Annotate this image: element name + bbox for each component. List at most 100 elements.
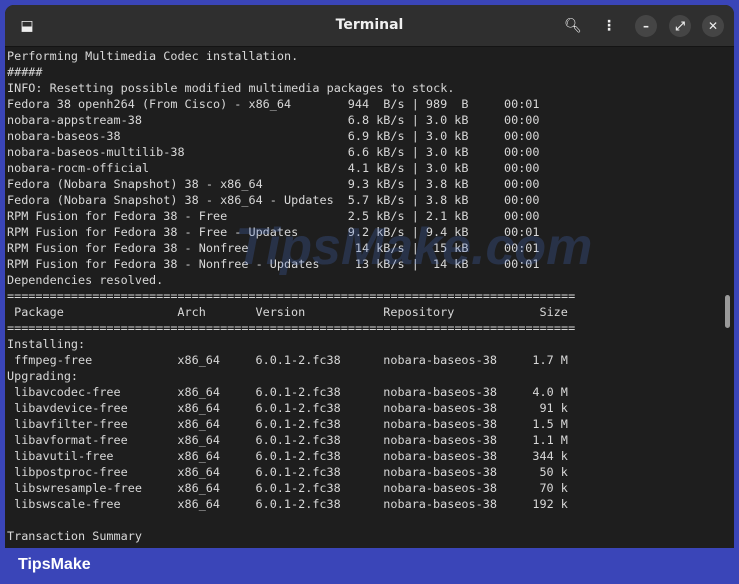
- column-divider: |: [411, 177, 419, 191]
- package-row: libavcodec-free x86_64 6.0.1-2.fc38 nobara-…: [7, 384, 727, 400]
- download-size: 3.0 kB: [425, 129, 469, 143]
- separator-text: ========================================…: [7, 321, 576, 335]
- download-size: 3.8 kB: [425, 177, 469, 191]
- column-header-size: Size: [539, 305, 568, 319]
- kebab-menu-icon[interactable]: ⋮: [599, 16, 619, 36]
- download-speed: 4.1 kB/s: [347, 161, 405, 175]
- package-arch: x86_64: [177, 433, 221, 447]
- package-arch: x86_64: [177, 497, 221, 511]
- download-row: Fedora (Nobara Snapshot) 38 - x86_64 9.3 …: [7, 176, 727, 192]
- download-time: 00:00: [504, 113, 540, 127]
- package-arch: x86_64: [177, 417, 221, 431]
- package-name: libavutil-free: [14, 449, 114, 463]
- package-row: libavformat-free x86_64 6.0.1-2.fc38 nobara…: [7, 432, 727, 448]
- download-size: 3.8 kB: [425, 193, 469, 207]
- output-text: #####: [7, 65, 43, 79]
- output-line: Transaction Summary: [7, 528, 727, 544]
- package-row: libpostproc-free x86_64 6.0.1-2.fc38 nobara…: [7, 464, 727, 480]
- transaction-summary: Transaction Summary: [7, 529, 142, 543]
- package-repo: nobara-baseos-38: [383, 449, 497, 463]
- download-row: Fedora 38 openh264 (From Cisco) - x86_64…: [7, 96, 727, 112]
- package-row: libavdevice-free x86_64 6.0.1-2.fc38 nobara…: [7, 400, 727, 416]
- download-row: nobara-baseos-multilib-38 6.6 kB/s | 3.0 kB…: [7, 144, 727, 160]
- package-row: libavutil-free x86_64 6.0.1-2.fc38 nobara-b…: [7, 448, 727, 464]
- repo-name: nobara-baseos-38: [7, 129, 121, 143]
- download-time: 00:00: [504, 193, 540, 207]
- column-header-arch: Arch: [177, 305, 206, 319]
- repo-name: RPM Fusion for Fedora 38 - Free: [7, 209, 228, 223]
- package-size: 192 k: [532, 497, 568, 511]
- download-time: 00:01: [504, 97, 540, 111]
- repo-name: Fedora (Nobara Snapshot) 38 - x86_64 - U…: [7, 193, 334, 207]
- package-size: 1.5 M: [532, 417, 568, 431]
- package-repo: nobara-baseos-38: [383, 465, 497, 479]
- column-divider: |: [411, 161, 419, 175]
- output-text: Dependencies resolved.: [7, 273, 164, 287]
- package-size: 1.1 M: [532, 433, 568, 447]
- package-size: 344 k: [532, 449, 568, 463]
- download-row: nobara-rocm-official 4.1 kB/s | 3.0 kB 00:00: [7, 160, 727, 176]
- package-size: 50 k: [539, 465, 568, 479]
- download-time: 00:00: [504, 161, 540, 175]
- download-row: nobara-appstream-38 6.8 kB/s | 3.0 kB 00:00: [7, 112, 727, 128]
- package-arch: x86_64: [177, 401, 221, 415]
- download-row: Fedora (Nobara Snapshot) 38 - x86_64 - U…: [7, 192, 727, 208]
- package-name: libavdevice-free: [14, 401, 128, 415]
- terminal-output[interactable]: Performing Multimedia Codec installation…: [7, 48, 734, 548]
- package-arch: x86_64: [177, 385, 221, 399]
- package-version: 6.0.1-2.fc38: [255, 385, 341, 399]
- separator: ========================================…: [7, 320, 727, 336]
- output-line: Performing Multimedia Codec installation…: [7, 48, 727, 64]
- column-divider: |: [411, 113, 419, 127]
- package-name: libavcodec-free: [14, 385, 121, 399]
- package-version: 6.0.1-2.fc38: [255, 417, 341, 431]
- package-row: libswscale-free x86_64 6.0.1-2.fc38 nobara-…: [7, 496, 727, 512]
- column-divider: |: [411, 129, 419, 143]
- download-time: 00:00: [504, 145, 540, 159]
- package-name: libpostproc-free: [14, 465, 128, 479]
- maximize-icon[interactable]: ⤢: [669, 15, 691, 37]
- window-title: Terminal: [335, 17, 404, 33]
- package-name: libavfilter-free: [14, 417, 128, 431]
- output-line: INFO: Resetting possible modified multim…: [7, 80, 727, 96]
- terminal-window: ⬓ Terminal 🔍︎ ⋮ – ⤢ ✕ Performing Multime…: [5, 5, 734, 548]
- package-arch: x86_64: [177, 465, 221, 479]
- column-header-version: Version: [255, 305, 306, 319]
- package-size: 1.7 M: [532, 353, 568, 367]
- output-text: Performing Multimedia Codec installation…: [7, 49, 299, 63]
- download-speed: 9.3 kB/s: [347, 177, 405, 191]
- package-name: libavformat-free: [14, 433, 128, 447]
- download-speed: 944 B/s: [347, 97, 405, 111]
- column-divider: |: [411, 145, 419, 159]
- package-size: 91 k: [539, 401, 568, 415]
- download-speed: 6.8 kB/s: [347, 113, 405, 127]
- table-header: Package Arch Version Repository Size: [7, 304, 727, 320]
- watermark: TipsMake.com: [235, 218, 593, 276]
- column-divider: |: [411, 97, 419, 111]
- upgrading-label: Upgrading:: [7, 369, 79, 383]
- package-version: 6.0.1-2.fc38: [255, 433, 341, 447]
- footer-brand: TipsMake: [18, 556, 91, 573]
- download-speed: 6.6 kB/s: [347, 145, 405, 159]
- package-repo: nobara-baseos-38: [383, 401, 497, 415]
- output-text: INFO: Resetting possible modified multim…: [7, 81, 455, 95]
- search-icon[interactable]: 🔍︎: [563, 16, 583, 36]
- package-arch: x86_64: [177, 353, 221, 367]
- download-time: 00:00: [504, 129, 540, 143]
- column-header-repository: Repository: [383, 305, 455, 319]
- package-name: libswresample-free: [14, 481, 142, 495]
- repo-name: nobara-baseos-multilib-38: [7, 145, 185, 159]
- package-row: ffmpeg-free x86_64 6.0.1-2.fc38 nobara-base…: [7, 352, 727, 368]
- separator: ========================================…: [7, 288, 727, 304]
- package-version: 6.0.1-2.fc38: [255, 465, 341, 479]
- minimize-icon[interactable]: –: [635, 15, 657, 37]
- installing-label: Installing:: [7, 337, 86, 351]
- scrollbar[interactable]: [725, 295, 730, 328]
- package-name: ffmpeg-free: [14, 353, 93, 367]
- section-label: Upgrading:: [7, 368, 727, 384]
- download-size: 3.0 kB: [425, 161, 469, 175]
- close-icon[interactable]: ✕: [702, 15, 724, 37]
- section-label: Installing:: [7, 336, 727, 352]
- package-arch: x86_64: [177, 449, 221, 463]
